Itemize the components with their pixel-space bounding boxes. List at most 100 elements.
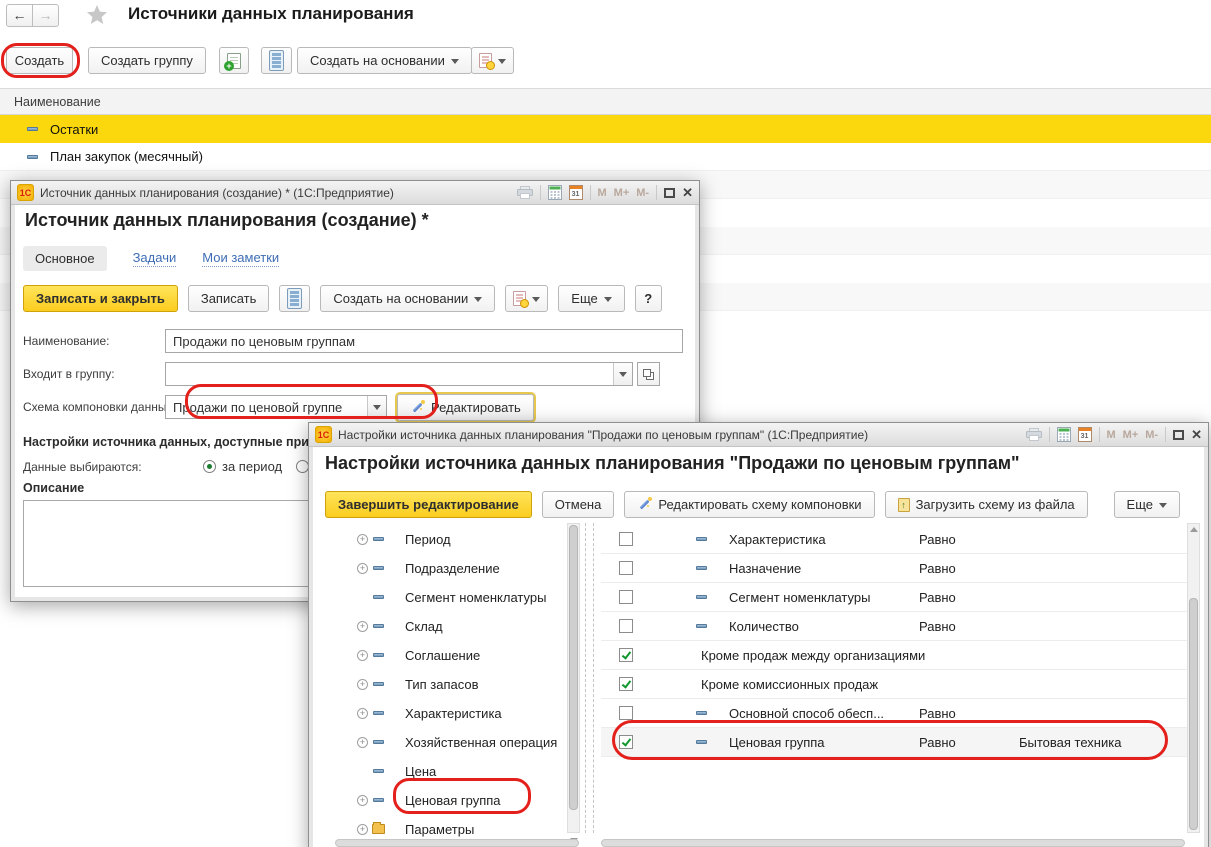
finish-editing-button[interactable]: Завершить редактирование xyxy=(325,491,532,518)
calendar-icon[interactable]: 31 xyxy=(569,185,583,200)
tree-item[interactable]: Цена xyxy=(325,757,575,786)
calculator-icon[interactable] xyxy=(1057,427,1071,442)
reports-menu-button[interactable] xyxy=(471,47,514,74)
tree-scrollbar[interactable] xyxy=(567,523,580,833)
checkbox[interactable] xyxy=(619,706,633,720)
back-button[interactable]: ← xyxy=(6,4,33,27)
expand-icon[interactable] xyxy=(357,824,368,835)
conditions-scrollbar[interactable] xyxy=(1187,523,1200,833)
create-based-on-button[interactable]: Создать на основании xyxy=(297,47,472,74)
condition-row[interactable]: Сегмент номенклатуры Равно xyxy=(601,583,1187,612)
tree-item[interactable]: Подразделение xyxy=(325,554,575,583)
checkbox[interactable] xyxy=(619,619,633,633)
tab-main[interactable]: Основное xyxy=(23,246,107,271)
memory-mminus-button[interactable]: M- xyxy=(636,187,649,199)
scroll-up-icon[interactable] xyxy=(1190,527,1198,532)
conditions-hscrollbar[interactable] xyxy=(601,839,1185,847)
scrollbar-thumb[interactable] xyxy=(1189,598,1198,830)
memory-m-button[interactable]: M xyxy=(598,187,607,199)
more-button[interactable]: Еще xyxy=(1114,491,1180,518)
checkbox[interactable] xyxy=(619,735,633,749)
list-settings-button[interactable] xyxy=(261,47,292,74)
calculator-icon[interactable] xyxy=(548,185,562,200)
memory-mminus-button[interactable]: M- xyxy=(1145,429,1158,441)
memory-mplus-button[interactable]: M+ xyxy=(1123,429,1139,441)
expand-icon[interactable] xyxy=(357,737,368,748)
create-button[interactable]: Создать xyxy=(6,47,73,74)
maximize-button[interactable] xyxy=(664,188,675,198)
tree-item[interactable]: Склад xyxy=(325,612,575,641)
checkbox[interactable] xyxy=(619,561,633,575)
condition-row[interactable]: Кроме продаж между организациями xyxy=(601,641,1187,670)
edit-composition-schema-button[interactable]: Редактировать схему компоновки xyxy=(624,491,874,518)
open-button[interactable] xyxy=(637,362,660,386)
condition-row[interactable]: Кроме комиссионных продаж xyxy=(601,670,1187,699)
close-button[interactable]: ✕ xyxy=(682,185,693,201)
condition-row[interactable]: Основной способ обесп... Равно xyxy=(601,699,1187,728)
expand-icon[interactable] xyxy=(357,708,368,719)
load-schema-from-file-button[interactable]: Загрузить схему из файла xyxy=(885,491,1088,518)
help-button[interactable]: ? xyxy=(635,285,662,312)
tree-item[interactable]: Характеристика xyxy=(325,699,575,728)
copy-item-button[interactable]: + xyxy=(219,47,249,74)
condition-row[interactable]: Количество Равно xyxy=(601,612,1187,641)
group-input[interactable] xyxy=(165,362,633,386)
settings-dialog-body: Настройки источника данных планирования … xyxy=(313,447,1204,847)
expand-icon[interactable] xyxy=(357,679,368,690)
favorite-star-icon[interactable] xyxy=(86,4,108,30)
table-row-selected[interactable]: Остатки xyxy=(0,115,1211,143)
tree-item[interactable]: Сегмент номенклатуры xyxy=(325,583,575,612)
panel-splitter[interactable] xyxy=(585,523,594,833)
save-and-close-button[interactable]: Записать и закрыть xyxy=(23,285,178,312)
forward-button[interactable]: → xyxy=(32,4,59,27)
condition-row[interactable]: Характеристика Равно xyxy=(601,525,1187,554)
tab-tasks[interactable]: Задачи xyxy=(133,250,177,267)
condition-row-price-group[interactable]: Ценовая группа Равно Бытовая техника xyxy=(601,728,1187,757)
cancel-button[interactable]: Отмена xyxy=(542,491,615,518)
dropdown-button[interactable] xyxy=(613,363,632,385)
checkbox[interactable] xyxy=(619,648,633,662)
radio-period[interactable] xyxy=(203,460,216,473)
scrollbar-thumb[interactable] xyxy=(569,525,578,810)
table-row[interactable]: План закупок (месячный) xyxy=(0,143,1211,171)
expand-icon[interactable] xyxy=(357,650,368,661)
create-group-button[interactable]: Создать группу xyxy=(88,47,206,74)
save-button[interactable]: Записать xyxy=(188,285,270,312)
more-button[interactable]: Еще xyxy=(558,285,624,312)
tree-item[interactable]: Период xyxy=(325,525,575,554)
item-icon xyxy=(696,711,707,715)
tree-item[interactable]: Соглашение xyxy=(325,641,575,670)
table-header[interactable]: Наименование xyxy=(0,88,1211,115)
item-icon xyxy=(696,595,707,599)
expand-icon[interactable] xyxy=(357,534,368,545)
list-settings-button[interactable] xyxy=(279,285,310,312)
settings-dialog-titlebar[interactable]: 1С Настройки источника данных планирован… xyxy=(309,423,1208,447)
checkbox[interactable] xyxy=(619,677,633,691)
print-icon[interactable] xyxy=(1026,428,1042,441)
maximize-button[interactable] xyxy=(1173,430,1184,440)
create-based-on-button[interactable]: Создать на основании xyxy=(320,285,495,312)
tree-hscrollbar[interactable] xyxy=(335,839,579,847)
condition-row[interactable]: Назначение Равно xyxy=(601,554,1187,583)
name-input[interactable]: Продажи по ценовым группам xyxy=(165,329,683,353)
tab-notes[interactable]: Мои заметки xyxy=(202,250,279,267)
checkbox[interactable] xyxy=(619,590,633,604)
reports-menu-button[interactable] xyxy=(505,285,548,312)
expand-icon[interactable] xyxy=(357,621,368,632)
memory-m-button[interactable]: M xyxy=(1107,429,1116,441)
tree-item-price-group[interactable]: Ценовая группа xyxy=(325,786,575,815)
create-dialog-titlebar[interactable]: 1С Источник данных планирования (создани… xyxy=(11,181,699,205)
checkbox[interactable] xyxy=(619,532,633,546)
schema-input[interactable]: Продажи по ценовой группе xyxy=(165,395,387,419)
dropdown-button[interactable] xyxy=(367,396,386,418)
tree-item[interactable]: Тип запасов xyxy=(325,670,575,699)
expand-icon[interactable] xyxy=(357,563,368,574)
edit-schema-button[interactable]: Редактировать xyxy=(397,394,534,421)
memory-mplus-button[interactable]: M+ xyxy=(614,187,630,199)
tree-item[interactable]: Хозяйственная операция xyxy=(325,728,575,757)
window-title: Источник данных планирования (создание) … xyxy=(40,186,394,200)
print-icon[interactable] xyxy=(517,186,533,199)
expand-icon[interactable] xyxy=(357,795,368,806)
close-button[interactable]: ✕ xyxy=(1191,427,1202,443)
calendar-icon[interactable]: 31 xyxy=(1078,427,1092,442)
